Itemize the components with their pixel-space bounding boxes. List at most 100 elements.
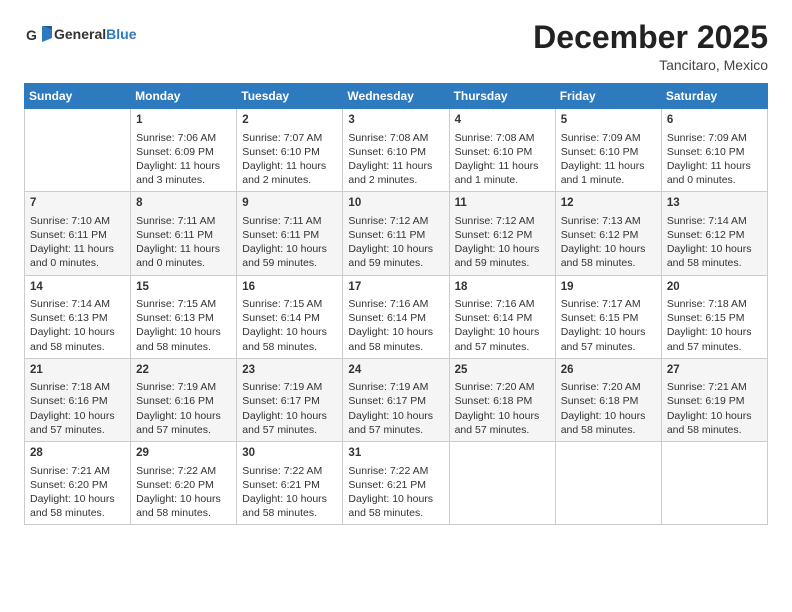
day-info: and 58 minutes. <box>30 506 125 520</box>
day-number: 4 <box>455 113 550 129</box>
logo-icon: G <box>24 20 52 48</box>
day-number: 17 <box>348 280 443 296</box>
logo-blue: Blue <box>106 26 136 42</box>
day-number: 11 <box>455 196 550 212</box>
location: Tancitaro, Mexico <box>533 57 768 73</box>
weekday-header-row: SundayMondayTuesdayWednesdayThursdayFrid… <box>25 84 768 109</box>
day-info: Daylight: 10 hours <box>667 409 762 423</box>
day-info: Sunset: 6:17 PM <box>242 394 337 408</box>
logo: G GeneralBlue <box>24 20 136 48</box>
weekday-header-wednesday: Wednesday <box>343 84 449 109</box>
day-info: Daylight: 11 hours <box>667 159 762 173</box>
day-info: Sunset: 6:10 PM <box>561 145 656 159</box>
day-info: Sunset: 6:12 PM <box>667 228 762 242</box>
day-info: and 57 minutes. <box>242 423 337 437</box>
day-info: and 58 minutes. <box>30 340 125 354</box>
day-info: Daylight: 10 hours <box>667 242 762 256</box>
day-info: and 58 minutes. <box>348 340 443 354</box>
calendar-week-row: 21Sunrise: 7:18 AMSunset: 6:16 PMDayligh… <box>25 358 768 441</box>
day-info: Sunset: 6:18 PM <box>561 394 656 408</box>
day-info: Sunrise: 7:21 AM <box>667 380 762 394</box>
day-info: Sunrise: 7:19 AM <box>136 380 231 394</box>
logo-general: General <box>54 26 106 42</box>
day-info: Sunset: 6:15 PM <box>667 311 762 325</box>
day-number: 31 <box>348 446 443 462</box>
day-number: 16 <box>242 280 337 296</box>
day-info: Sunset: 6:21 PM <box>242 478 337 492</box>
day-number: 1 <box>136 113 231 129</box>
day-info: and 3 minutes. <box>136 173 231 187</box>
day-info: Daylight: 10 hours <box>136 492 231 506</box>
day-info: and 57 minutes. <box>348 423 443 437</box>
calendar-cell: 10Sunrise: 7:12 AMSunset: 6:11 PMDayligh… <box>343 192 449 275</box>
day-info: Daylight: 10 hours <box>455 409 550 423</box>
day-info: and 1 minute. <box>561 173 656 187</box>
day-number: 13 <box>667 196 762 212</box>
day-info: and 58 minutes. <box>561 256 656 270</box>
day-number: 2 <box>242 113 337 129</box>
day-info: Sunrise: 7:09 AM <box>667 131 762 145</box>
day-info: and 58 minutes. <box>667 256 762 270</box>
day-info: Sunrise: 7:22 AM <box>348 464 443 478</box>
day-info: Daylight: 10 hours <box>242 325 337 339</box>
day-info: Daylight: 10 hours <box>561 409 656 423</box>
day-number: 18 <box>455 280 550 296</box>
calendar-cell: 16Sunrise: 7:15 AMSunset: 6:14 PMDayligh… <box>237 275 343 358</box>
day-info: Sunrise: 7:18 AM <box>30 380 125 394</box>
day-info: Daylight: 10 hours <box>136 325 231 339</box>
day-info: Sunset: 6:11 PM <box>136 228 231 242</box>
weekday-header-sunday: Sunday <box>25 84 131 109</box>
calendar-cell: 24Sunrise: 7:19 AMSunset: 6:17 PMDayligh… <box>343 358 449 441</box>
day-info: and 59 minutes. <box>242 256 337 270</box>
calendar-cell: 25Sunrise: 7:20 AMSunset: 6:18 PMDayligh… <box>449 358 555 441</box>
day-info: and 57 minutes. <box>30 423 125 437</box>
calendar-cell: 14Sunrise: 7:14 AMSunset: 6:13 PMDayligh… <box>25 275 131 358</box>
day-info: Sunrise: 7:13 AM <box>561 214 656 228</box>
calendar-table: SundayMondayTuesdayWednesdayThursdayFrid… <box>24 83 768 525</box>
day-info: and 59 minutes. <box>348 256 443 270</box>
day-info: Sunrise: 7:11 AM <box>242 214 337 228</box>
day-info: Sunrise: 7:22 AM <box>242 464 337 478</box>
day-number: 30 <box>242 446 337 462</box>
day-info: Daylight: 10 hours <box>348 492 443 506</box>
logo-text: GeneralBlue <box>54 26 136 43</box>
day-info: and 58 minutes. <box>136 506 231 520</box>
day-info: Sunset: 6:18 PM <box>455 394 550 408</box>
day-info: Daylight: 10 hours <box>561 325 656 339</box>
calendar-cell: 29 Sunrise: 7:22 AMSunset: 6:20 PMDayligh… <box>131 442 237 525</box>
day-info: Sunrise: 7:09 AM <box>561 131 656 145</box>
day-info: Sunset: 6:15 PM <box>561 311 656 325</box>
day-number: 3 <box>348 113 443 129</box>
day-info: Daylight: 10 hours <box>667 325 762 339</box>
day-info: Daylight: 10 hours <box>455 242 550 256</box>
day-info: Sunset: 6:19 PM <box>667 394 762 408</box>
day-info: Sunrise: 7:16 AM <box>348 297 443 311</box>
day-info: Sunrise: 7:19 AM <box>348 380 443 394</box>
day-info: Sunset: 6:20 PM <box>136 478 231 492</box>
calendar-cell: 8Sunrise: 7:11 AMSunset: 6:11 PMDaylight… <box>131 192 237 275</box>
day-info: Sunrise: 7:15 AM <box>242 297 337 311</box>
day-info: Sunset: 6:21 PM <box>348 478 443 492</box>
day-info: Daylight: 11 hours <box>455 159 550 173</box>
day-number: 29 <box>136 446 231 462</box>
day-info: Sunset: 6:09 PM <box>136 145 231 159</box>
weekday-header-friday: Friday <box>555 84 661 109</box>
day-info: Sunrise: 7:22 AM <box>136 464 231 478</box>
day-info: and 58 minutes. <box>242 340 337 354</box>
day-number: 24 <box>348 363 443 379</box>
calendar-cell: 21Sunrise: 7:18 AMSunset: 6:16 PMDayligh… <box>25 358 131 441</box>
day-number: 8 <box>136 196 231 212</box>
day-info: and 58 minutes. <box>561 423 656 437</box>
day-info: Daylight: 10 hours <box>30 409 125 423</box>
day-info: and 58 minutes. <box>667 423 762 437</box>
day-info: Sunset: 6:10 PM <box>348 145 443 159</box>
day-info: Sunrise: 7:18 AM <box>667 297 762 311</box>
day-info: Sunrise: 7:17 AM <box>561 297 656 311</box>
day-info: Sunset: 6:14 PM <box>242 311 337 325</box>
day-info: Sunset: 6:11 PM <box>242 228 337 242</box>
weekday-header-saturday: Saturday <box>661 84 767 109</box>
day-number: 21 <box>30 363 125 379</box>
calendar-cell <box>661 442 767 525</box>
day-info: and 58 minutes. <box>242 506 337 520</box>
svg-text:G: G <box>26 27 37 43</box>
